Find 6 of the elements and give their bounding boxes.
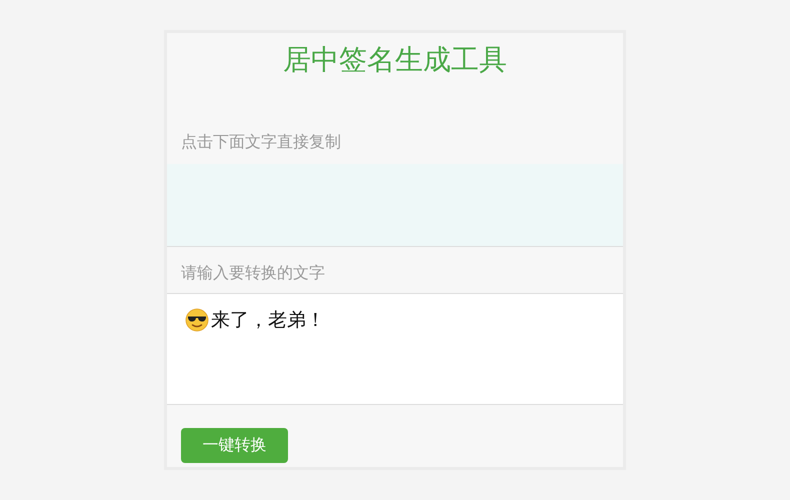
page-title: 居中签名生成工具 [282,42,508,78]
output-label: 点击下面文字直接复制 [180,132,342,152]
output-area[interactable] [167,164,623,247]
input-field[interactable]: 来了，老弟！ [167,293,623,405]
input-label: 请输入要转换的文字 [180,263,326,283]
sunglasses-smiley-icon [185,308,209,332]
